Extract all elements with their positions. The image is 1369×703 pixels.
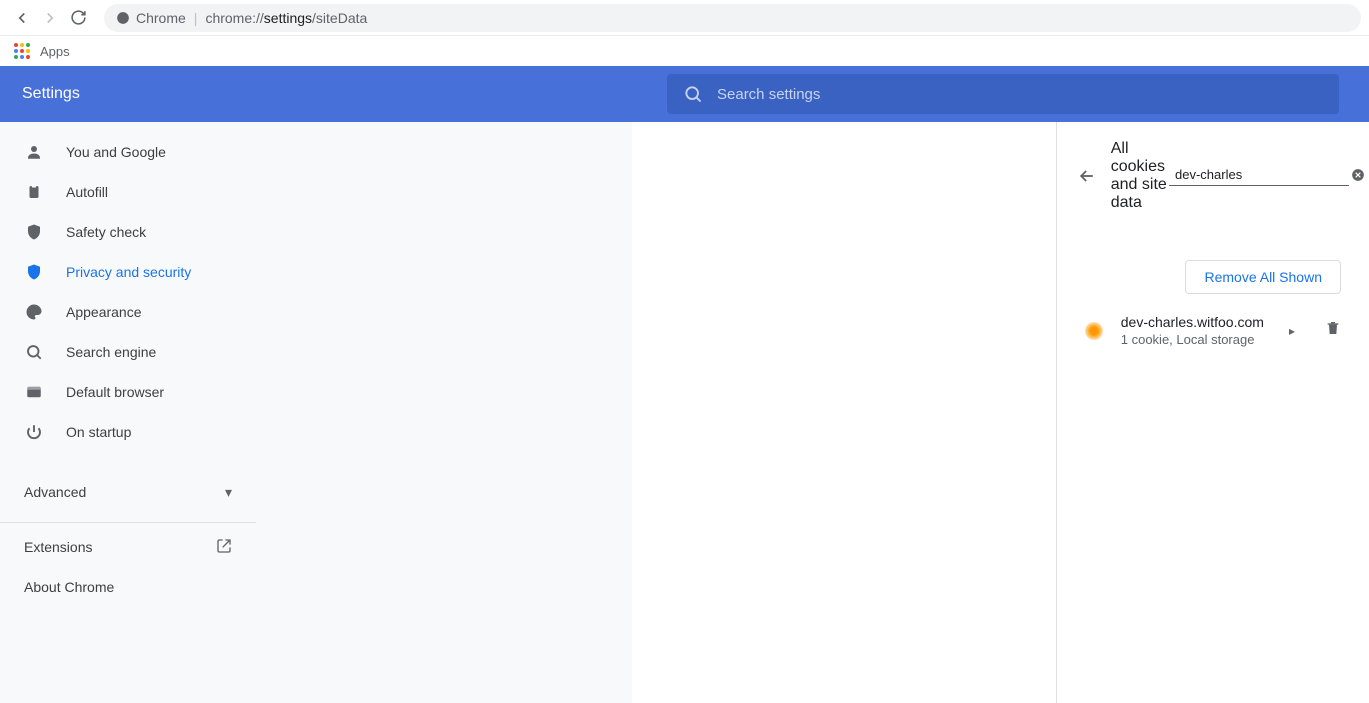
sidebar-item-safety-check[interactable]: Safety check bbox=[0, 212, 256, 252]
clipboard-icon bbox=[24, 183, 44, 201]
browser-icon bbox=[24, 383, 44, 401]
forward-button[interactable] bbox=[36, 4, 64, 32]
extensions-label: Extensions bbox=[24, 539, 92, 555]
omnibox-chip-label: Chrome bbox=[136, 10, 186, 26]
globe-icon bbox=[116, 11, 130, 25]
search-icon bbox=[683, 84, 703, 104]
sidebar-item-label: Search engine bbox=[66, 344, 156, 360]
sidebar-item-label: On startup bbox=[66, 424, 131, 440]
site-actions: ▸ bbox=[1289, 320, 1341, 341]
site-favicon bbox=[1085, 322, 1103, 340]
apps-label[interactable]: Apps bbox=[40, 44, 70, 59]
advanced-label: Advanced bbox=[24, 484, 86, 500]
site-name: dev-charles.witfoo.com bbox=[1121, 314, 1289, 330]
sidebar-item-label: Safety check bbox=[66, 224, 146, 240]
cookie-search-input[interactable] bbox=[1175, 167, 1351, 182]
sidebar-item-label: Appearance bbox=[66, 304, 142, 320]
browser-toolbar: Chrome | chrome://settings/siteData bbox=[0, 0, 1369, 36]
bookmarks-bar: Apps bbox=[0, 36, 1369, 66]
sidebar-item-appearance[interactable]: Appearance bbox=[0, 292, 256, 332]
sidebar-item-label: You and Google bbox=[66, 144, 166, 160]
apps-icon[interactable] bbox=[14, 43, 30, 59]
power-icon bbox=[24, 423, 44, 441]
back-button[interactable] bbox=[8, 4, 36, 32]
content-back-button[interactable] bbox=[1077, 164, 1097, 188]
settings-title: Settings bbox=[22, 85, 80, 103]
sidebar-item-label: Autofill bbox=[66, 184, 108, 200]
main-area: You and Google Autofill Safety check Pri… bbox=[0, 122, 1369, 703]
content-panel: All cookies and site data Remove All Sho… bbox=[1056, 122, 1369, 703]
settings-search-input[interactable] bbox=[717, 86, 1323, 103]
clear-search-button[interactable] bbox=[1351, 167, 1365, 183]
omnibox-url-suffix: /siteData bbox=[312, 10, 367, 26]
sidebar-item-default-browser[interactable]: Default browser bbox=[0, 372, 256, 412]
shield-check-icon bbox=[24, 223, 44, 241]
chevron-right-icon[interactable]: ▸ bbox=[1289, 324, 1295, 338]
about-label: About Chrome bbox=[24, 579, 114, 595]
person-icon bbox=[24, 143, 44, 161]
sidebar-item-on-startup[interactable]: On startup bbox=[0, 412, 256, 452]
search-icon bbox=[24, 343, 44, 361]
omnibox-url-prefix: chrome:// bbox=[205, 10, 263, 26]
content-page-title: All cookies and site data bbox=[1111, 140, 1169, 212]
sidebar-item-autofill[interactable]: Autofill bbox=[0, 172, 256, 212]
remove-all-shown-button[interactable]: Remove All Shown bbox=[1185, 260, 1341, 294]
content-header: All cookies and site data bbox=[1057, 140, 1369, 212]
shield-icon bbox=[24, 263, 44, 281]
settings-search[interactable] bbox=[667, 74, 1339, 114]
palette-icon bbox=[24, 303, 44, 321]
site-info: dev-charles.witfoo.com 1 cookie, Local s… bbox=[1121, 314, 1289, 347]
sidebar-item-label: Default browser bbox=[66, 384, 164, 400]
chevron-down-icon: ▾ bbox=[225, 484, 232, 501]
settings-header: Settings bbox=[0, 66, 1369, 122]
delete-site-button[interactable] bbox=[1325, 320, 1341, 341]
sidebar-item-search-engine[interactable]: Search engine bbox=[0, 332, 256, 372]
sidebar-item-you-and-google[interactable]: You and Google bbox=[0, 132, 256, 172]
sidebar-item-privacy-security[interactable]: Privacy and security bbox=[0, 252, 256, 292]
sidebar-extensions[interactable]: Extensions bbox=[0, 527, 256, 567]
external-link-icon bbox=[216, 538, 232, 557]
sidebar-about-chrome[interactable]: About Chrome bbox=[0, 567, 256, 607]
cookie-search[interactable] bbox=[1169, 167, 1349, 186]
reload-button[interactable] bbox=[64, 4, 92, 32]
sidebar-item-label: Privacy and security bbox=[66, 264, 191, 280]
site-desc: 1 cookie, Local storage bbox=[1121, 332, 1289, 347]
divider bbox=[0, 522, 256, 523]
settings-sidebar: You and Google Autofill Safety check Pri… bbox=[0, 122, 256, 703]
omnibox-url-strong: settings bbox=[264, 10, 312, 26]
address-bar[interactable]: Chrome | chrome://settings/siteData bbox=[104, 4, 1361, 32]
remove-all-row: Remove All Shown bbox=[1057, 212, 1369, 304]
sidebar-advanced-toggle[interactable]: Advanced ▾ bbox=[0, 472, 256, 512]
site-data-row[interactable]: dev-charles.witfoo.com 1 cookie, Local s… bbox=[1057, 304, 1369, 357]
